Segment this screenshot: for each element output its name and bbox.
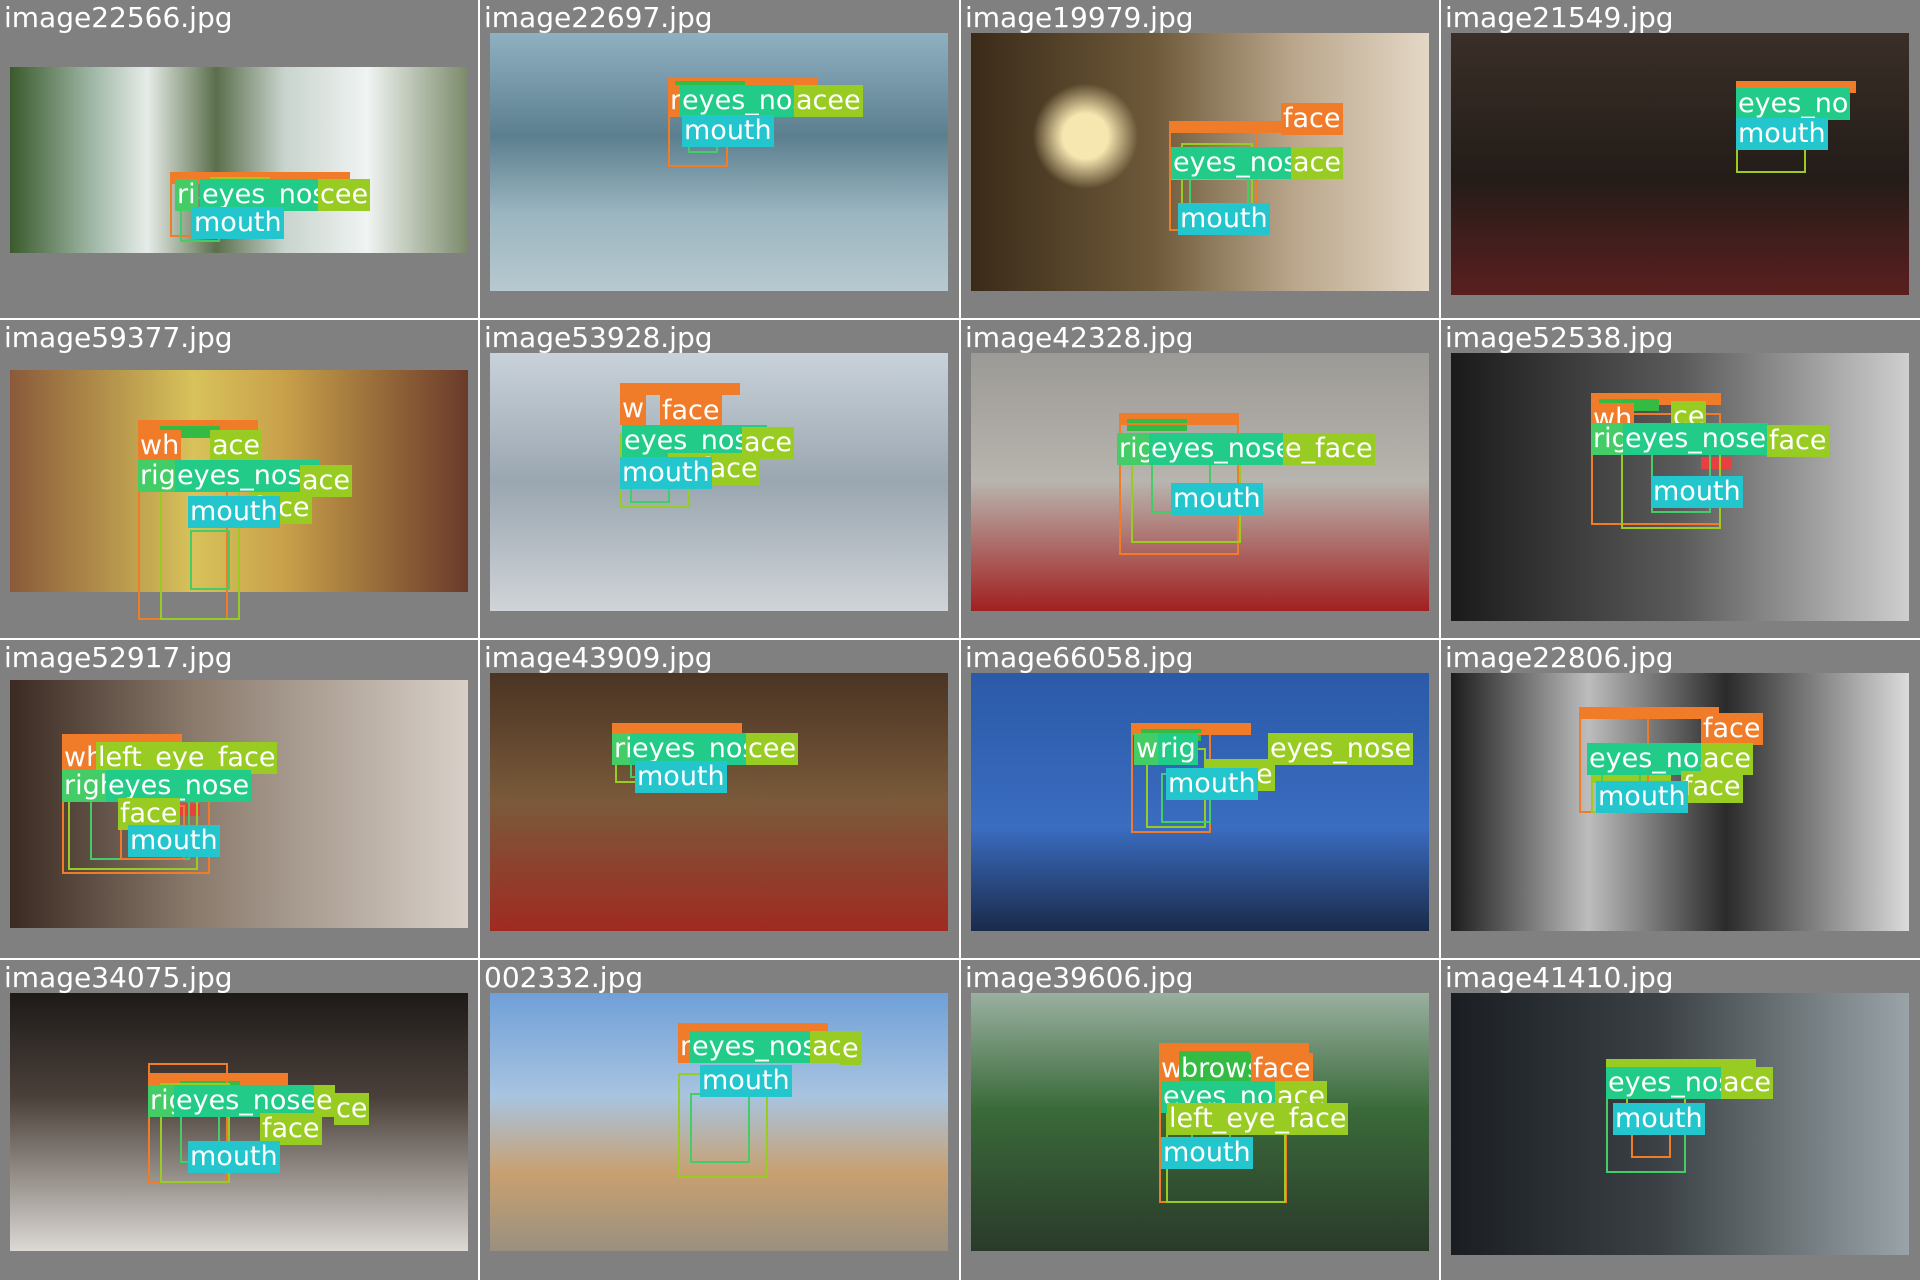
detection-label: rig (1158, 733, 1198, 765)
image-filename: image21549.jpg (1445, 1, 1674, 34)
detection-label: mouth (188, 1141, 280, 1173)
detection-label: ace (1291, 147, 1344, 179)
detection-label: eyes_nose (1268, 733, 1414, 765)
image-filename: image42328.jpg (965, 321, 1194, 354)
detection-label: acee (794, 85, 863, 117)
detection-box (190, 530, 230, 590)
detection-label: cee (746, 733, 799, 765)
detection-label: eyes_no (1736, 88, 1851, 120)
detection-label: mouth (1161, 1137, 1253, 1169)
image-filename: image53928.jpg (484, 321, 713, 354)
photo (10, 993, 468, 1251)
image-filename: image22806.jpg (1445, 641, 1674, 674)
detection-label: face (1281, 103, 1343, 135)
detection-label: w (1134, 733, 1161, 765)
grid-cell: image66058.jpgwrigeyes_noseeacefacemouth (961, 640, 1439, 958)
detection-label: face (1681, 771, 1743, 803)
detection-label: ace (1721, 1067, 1774, 1099)
image-filename: image19979.jpg (965, 1, 1194, 34)
detection-label: w (620, 393, 647, 425)
image-filename: image34075.jpg (4, 961, 233, 994)
grid-cell: image39606.jpg w brows face eyes_nose ace left… (961, 960, 1439, 1280)
detection-label: eyes_nos (690, 1031, 819, 1063)
grid-cell: image19979.jpg face eyes_nose ace mouth (961, 0, 1439, 318)
detection-label: eyes_nose (1149, 433, 1295, 465)
detection-label: ace (210, 430, 263, 462)
image-filename: image52538.jpg (1445, 321, 1674, 354)
detection-label: mouth (1596, 781, 1688, 813)
detection-label: face (1767, 425, 1829, 457)
detection-label: mouth (682, 115, 774, 147)
detection-label: mouth (1166, 768, 1258, 800)
grid-cell: image41410.jpg eyes_nose ace mouth (1441, 960, 1920, 1280)
image-filename: image43909.jpg (484, 641, 713, 674)
grid-cell: image22806.jpg face eyes_nose ace face mouth (1441, 640, 1920, 958)
image-filename: image22697.jpg (484, 1, 713, 34)
grid-cell: 002332.jpg r eyes_nos ace e mouth (480, 960, 959, 1280)
detection-label: mouth (1178, 203, 1270, 235)
detection-label: mouth (1651, 476, 1743, 508)
grid-cell: image34075.jpg rig eyes_nose e ce face mouth (0, 960, 478, 1280)
detection-label: cee (318, 179, 371, 211)
grid-cell: image22697.jpg r eyes_nose acee mouth (480, 0, 959, 318)
detection-label: left_eye_face (1167, 1103, 1349, 1135)
grid-cell: image52917.jpg wh left_eye_face righ eyes_no… (0, 640, 478, 958)
detection-label: wh (138, 430, 182, 462)
grid-cell: image22566.jpg ri eyes_nose cee mouth (0, 0, 478, 318)
detection-label: mouth (128, 825, 220, 857)
grid-cell: image21549.jpg eyes_no mouth (1441, 0, 1920, 318)
detection-label: mouth (1171, 483, 1263, 515)
detection-label: mouth (188, 496, 280, 528)
image-filename: image22566.jpg (4, 1, 233, 34)
detection-label: face (1701, 713, 1763, 745)
detection-label: e (840, 1033, 861, 1065)
photo (1451, 33, 1909, 295)
photo (490, 673, 948, 931)
grid-cell: image43909.jpg ri eyes_nose cee mouth (480, 640, 959, 958)
detection-label: mouth (635, 761, 727, 793)
grid-cell: image53928.jpg w face eyes_nose ace e_face mou… (480, 320, 959, 638)
image-filename: 002332.jpg (484, 961, 644, 994)
detection-label: ce (334, 1093, 370, 1125)
image-filename: image59377.jpg (4, 321, 233, 354)
detection-label: face (660, 395, 722, 427)
detection-label: rig (138, 460, 178, 492)
detection-label: eyes_nose (1623, 423, 1769, 455)
detection-label: mouth (1736, 118, 1828, 150)
image-filename: image39606.jpg (965, 961, 1194, 994)
grid-cell: image42328.jpg rig eyes_nose e_face mouth (961, 320, 1439, 638)
image-filename: image66058.jpg (965, 641, 1194, 674)
detection-label: e_face (1283, 433, 1375, 465)
image-grid: image22566.jpg ri eyes_nose cee mouth image22… (0, 0, 1920, 1280)
detection-label: eyes_nose (175, 460, 321, 492)
grid-cell: image52538.jpg wh ce righ eyes_nose face mouth (1441, 320, 1920, 638)
detection-label: mouth (620, 457, 712, 489)
detection-label: mouth (1613, 1103, 1705, 1135)
detection-box (690, 1093, 750, 1163)
image-filename: image41410.jpg (1445, 961, 1674, 994)
image-filename: image52917.jpg (4, 641, 233, 674)
detection-label: mouth (700, 1065, 792, 1097)
grid-cell: image59377.jpg wh ace rig eyes_nose ace face mo… (0, 320, 478, 638)
detection-label: mouth (192, 207, 284, 239)
